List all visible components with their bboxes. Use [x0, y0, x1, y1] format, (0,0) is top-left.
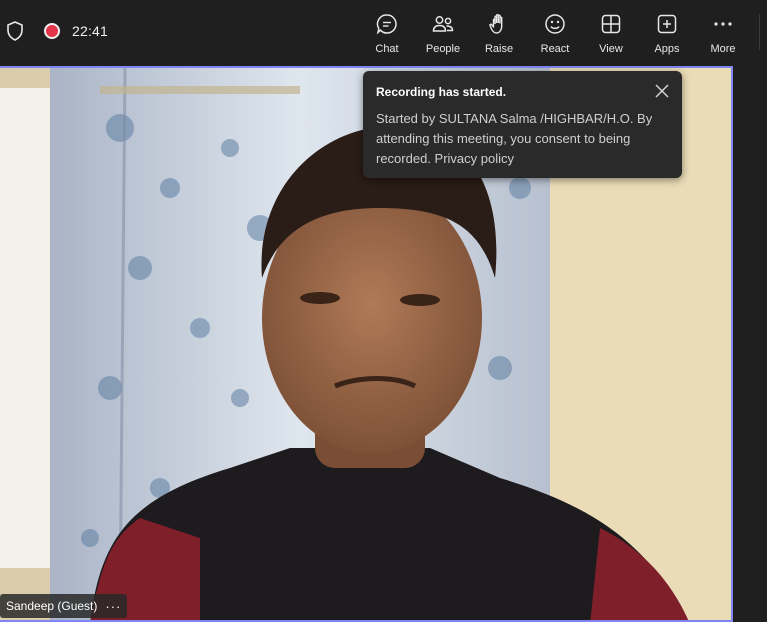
view-button[interactable]: View: [583, 10, 639, 56]
toolbar-divider: [759, 14, 760, 50]
chat-icon: [376, 14, 397, 35]
meeting-toolbar: Chat People Raise React View Apps More: [359, 10, 751, 56]
chat-button[interactable]: Chat: [359, 10, 415, 56]
people-button[interactable]: People: [415, 10, 471, 56]
notification-title: Recording has started.: [376, 85, 507, 99]
react-button[interactable]: React: [527, 10, 583, 56]
view-label: View: [599, 43, 623, 55]
react-label: React: [540, 43, 570, 55]
close-icon[interactable]: [654, 83, 670, 99]
ellipsis-icon: [714, 22, 732, 26]
more-label: More: [710, 43, 736, 55]
notification-body: Started by SULTANA Salma /HIGHBAR/H.O. B…: [376, 111, 653, 166]
people-icon: [432, 16, 454, 32]
right-side-panel: [737, 66, 767, 622]
recording-indicator: [44, 23, 60, 39]
participant-name: Sandeep (Guest): [6, 599, 98, 613]
hand-icon: [489, 14, 503, 34]
recording-notification: Recording has started. Started by SULTAN…: [363, 71, 682, 178]
apps-button[interactable]: Apps: [639, 10, 695, 56]
raise-label: Raise: [484, 43, 514, 55]
participant-more-button[interactable]: ···: [105, 599, 121, 614]
grid-icon: [601, 14, 621, 34]
people-label: People: [425, 43, 461, 55]
apps-label: Apps: [654, 43, 680, 55]
meeting-status: 22:41: [6, 20, 108, 42]
meeting-timer: 22:41: [72, 23, 109, 39]
meeting-top-bar: 22:41 Chat People Raise React View Apps …: [0, 0, 767, 62]
plus-square-icon: [657, 14, 677, 34]
participant-name-tag: Sandeep (Guest) ···: [0, 594, 128, 618]
shield-icon: [7, 21, 23, 41]
more-button[interactable]: More: [695, 10, 751, 56]
raise-hand-button[interactable]: Raise: [471, 10, 527, 56]
smiley-icon: [545, 14, 565, 34]
chat-label: Chat: [375, 43, 399, 55]
